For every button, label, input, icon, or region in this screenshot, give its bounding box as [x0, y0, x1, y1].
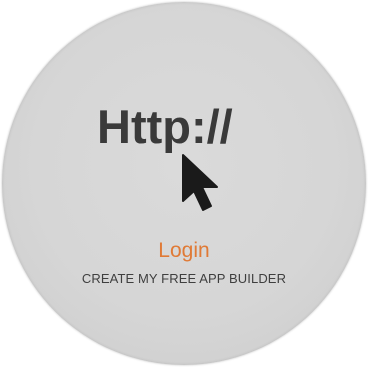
http-logo-text: Http:// [97, 100, 233, 153]
login-badge: Http:// Login CREATE MY FREE APP BUILDER [0, 0, 368, 367]
mouse-pointer-arrow-icon [182, 154, 218, 211]
create-app-builder-link[interactable]: CREATE MY FREE APP BUILDER [0, 272, 368, 285]
login-link[interactable]: Login [0, 240, 368, 261]
